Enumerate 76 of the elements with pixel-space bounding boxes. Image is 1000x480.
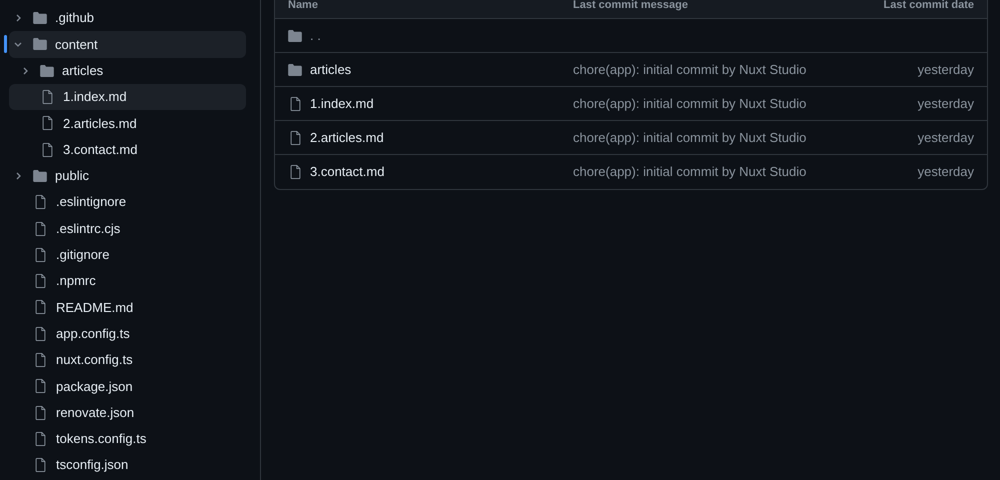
tree-item-label: renovate.json [56, 404, 134, 422]
tree-item-label: .eslintrc.cjs [56, 220, 120, 238]
file-name-link[interactable]: 2.articles.md [310, 128, 384, 148]
file-tree-item[interactable]: README.md [9, 294, 246, 321]
parent-directory-link[interactable]: . . [310, 26, 321, 46]
file-tree-item[interactable]: .gitignore [9, 242, 246, 268]
column-header: Last commit message [573, 0, 689, 14]
tree-item-label: 1.index.md [63, 88, 127, 106]
file-icon [35, 195, 46, 210]
file-tree-item[interactable]: tsconfig.json [9, 452, 246, 478]
file-icon [35, 300, 46, 314]
file-icon [290, 130, 300, 144]
tree-item-label: nuxt.config.ts [56, 351, 133, 370]
file-name-link[interactable]: articles [310, 60, 352, 80]
file-icon [290, 165, 300, 179]
folder-icon [288, 64, 302, 76]
file-name-link[interactable]: 1.index.md [310, 94, 374, 114]
commit-date: yesterday [918, 163, 974, 182]
commit-message[interactable]: chore(app): initial commit by Nuxt Studio [573, 164, 806, 179]
folder-icon [33, 12, 47, 24]
file-icon [35, 248, 46, 262]
tree-item-label: .gitignore [56, 246, 110, 264]
active-indicator [4, 35, 7, 54]
parent-directory-row[interactable]: . . [275, 19, 987, 53]
folder-icon [33, 170, 47, 182]
tree-item-label: 3.contact.md [63, 140, 138, 159]
commit-message[interactable]: chore(app): initial commit by Nuxt Studio [573, 96, 806, 110]
tree-item-label: .github [55, 9, 94, 28]
commit-date: yesterday [918, 60, 974, 79]
column-header: Last commit date [884, 0, 974, 14]
file-tree-item[interactable]: nuxt.config.ts [9, 346, 246, 374]
file-tree-item[interactable]: 1.index.md [9, 84, 246, 110]
file-tree-item[interactable]: tokens.config.ts [9, 426, 246, 452]
folder-tree-item[interactable]: public [9, 162, 246, 190]
commit-date: yesterday [918, 128, 974, 147]
commit-date: yesterday [918, 94, 974, 113]
file-icon [35, 406, 46, 420]
tree-item-label: content [55, 36, 98, 54]
tree-item-label: .eslintignore [56, 193, 126, 212]
folder-icon [40, 64, 54, 77]
file-icon [35, 379, 46, 394]
tree-item-label: tokens.config.ts [56, 430, 146, 448]
file-name-link[interactable]: 3.contact.md [310, 162, 384, 182]
file-icon [290, 96, 300, 110]
commit-message[interactable]: chore(app): initial commit by Nuxt Studio [573, 130, 806, 144]
file-tree-item[interactable]: .npmrc [9, 268, 246, 294]
tree-item-label: .npmrc [56, 272, 96, 290]
tree-item-label: public [55, 167, 89, 186]
folder-tree-item[interactable]: articles [9, 58, 246, 84]
file-icon [35, 274, 46, 288]
file-tree-item[interactable]: 2.articles.md [9, 110, 246, 136]
file-tree-item[interactable]: .eslintignore [9, 189, 246, 216]
file-icon [35, 458, 46, 472]
tree-item-label: articles [62, 62, 104, 80]
file-icon [35, 353, 46, 367]
file-tree-item[interactable]: 3.contact.md [9, 136, 246, 163]
file-tree-item[interactable]: renovate.json [9, 399, 246, 426]
file-icon [42, 116, 53, 130]
column-header: Name [288, 0, 319, 14]
file-icon [35, 222, 46, 236]
folder-icon [288, 30, 302, 42]
commit-message[interactable]: chore(app): initial commit by Nuxt Studio [573, 62, 806, 76]
file-tree-item[interactable]: app.config.ts [9, 320, 246, 347]
file-icon [35, 326, 46, 341]
tree-item-label: README.md [56, 298, 134, 317]
file-icon [42, 90, 53, 104]
folder-tree-item[interactable]: .github [9, 5, 246, 32]
file-icon [35, 432, 46, 446]
tree-item-label: app.config.ts [56, 324, 130, 343]
tree-item-label: tsconfig.json [56, 456, 128, 474]
file-tree-item[interactable]: package.json [9, 373, 246, 400]
tree-item-label: package.json [56, 378, 133, 396]
file-tree-item[interactable]: .eslintrc.cjs [9, 215, 246, 242]
file-icon [42, 142, 53, 157]
folder-icon [33, 38, 47, 50]
tree-item-label: 2.articles.md [63, 114, 137, 133]
